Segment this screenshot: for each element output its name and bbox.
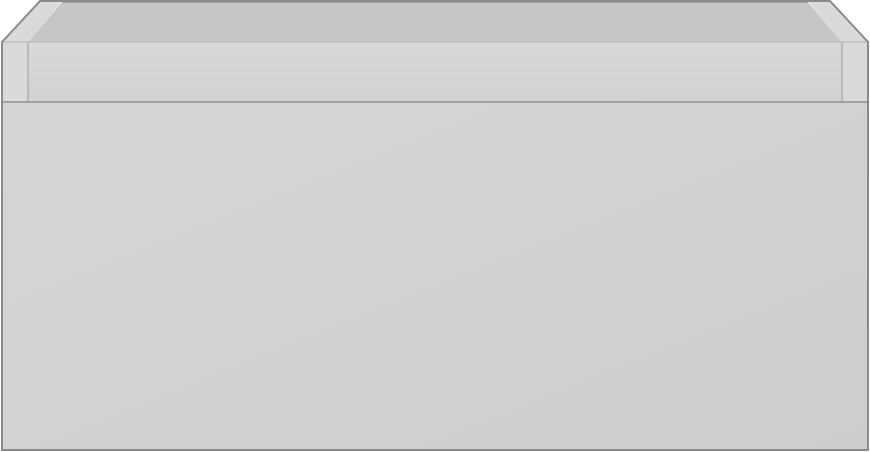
drawer-cabinet-render [1,0,869,451]
product-render-scene [0,0,870,452]
interior-back-wall [28,2,842,42]
right-frame-post [842,42,868,102]
left-frame-post [2,42,28,102]
top-rail [28,42,842,102]
drawer-front-panel [2,102,868,450]
